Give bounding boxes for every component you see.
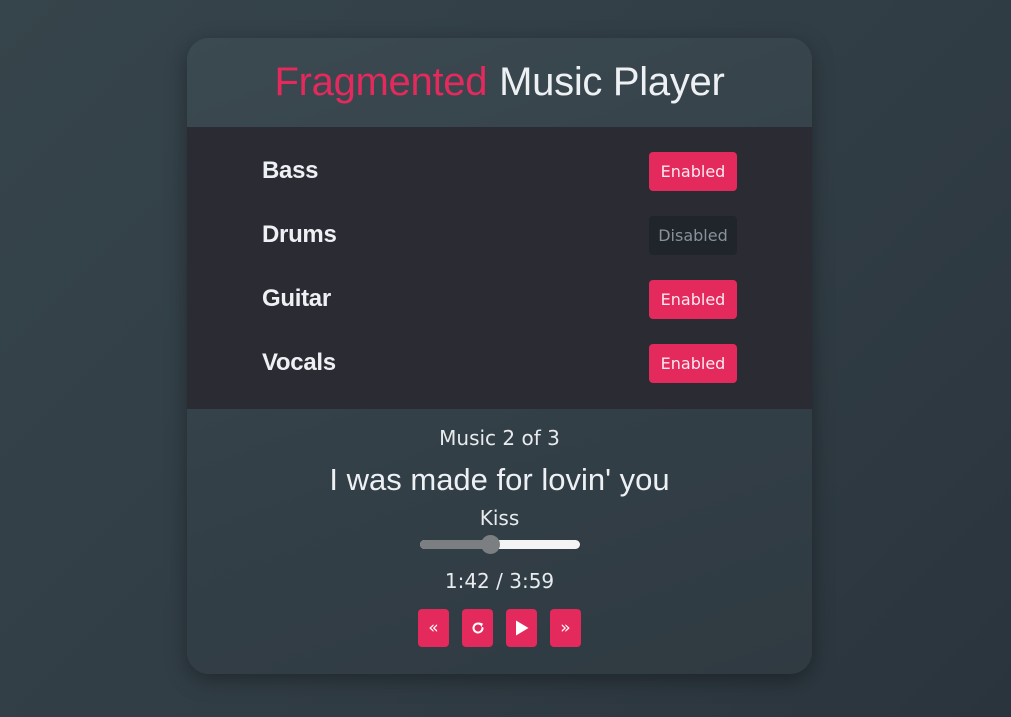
playback-controls: « »	[187, 609, 812, 647]
title-accent: Fragmented	[274, 60, 488, 104]
track-name: Vocals	[262, 349, 336, 376]
track-name: Bass	[262, 157, 319, 184]
track-counter: Music 2 of 3	[439, 426, 560, 450]
seek-thumb[interactable]	[480, 535, 500, 554]
song-title: I was made for lovin' you	[329, 462, 670, 497]
replay-icon	[470, 620, 486, 636]
title-rest: Music Player	[499, 60, 725, 104]
track-name: Drums	[262, 221, 337, 248]
track-list: Bass Enabled Drums Disabled Guitar Enabl…	[187, 127, 812, 409]
seek-slider[interactable]	[419, 535, 580, 554]
vocals-toggle-button[interactable]: Enabled	[649, 343, 737, 383]
track-name: Guitar	[262, 285, 331, 312]
replay-button[interactable]	[462, 609, 493, 647]
play-icon	[515, 620, 529, 636]
drums-toggle-button[interactable]: Disabled	[649, 215, 737, 255]
player-card: Fragmented Music Player Bass Enabled Dru…	[187, 38, 812, 674]
guitar-toggle-button[interactable]: Enabled	[649, 279, 737, 319]
track-row-vocals: Vocals Enabled	[187, 331, 812, 395]
player-section: Music 2 of 3 I was made for lovin' you K…	[187, 409, 812, 647]
track-row-bass: Bass Enabled	[187, 139, 812, 203]
time-display: 1:42 / 3:59	[444, 569, 555, 593]
previous-button[interactable]: «	[418, 609, 449, 647]
artist-name: Kiss	[479, 506, 520, 530]
track-row-drums: Drums Disabled	[187, 203, 812, 267]
next-button[interactable]: »	[550, 609, 581, 647]
track-row-guitar: Guitar Enabled	[187, 267, 812, 331]
app-header: Fragmented Music Player	[187, 38, 812, 127]
play-button[interactable]	[506, 609, 537, 647]
bass-toggle-button[interactable]: Enabled	[649, 151, 737, 191]
seek-progress-fill	[419, 540, 490, 549]
